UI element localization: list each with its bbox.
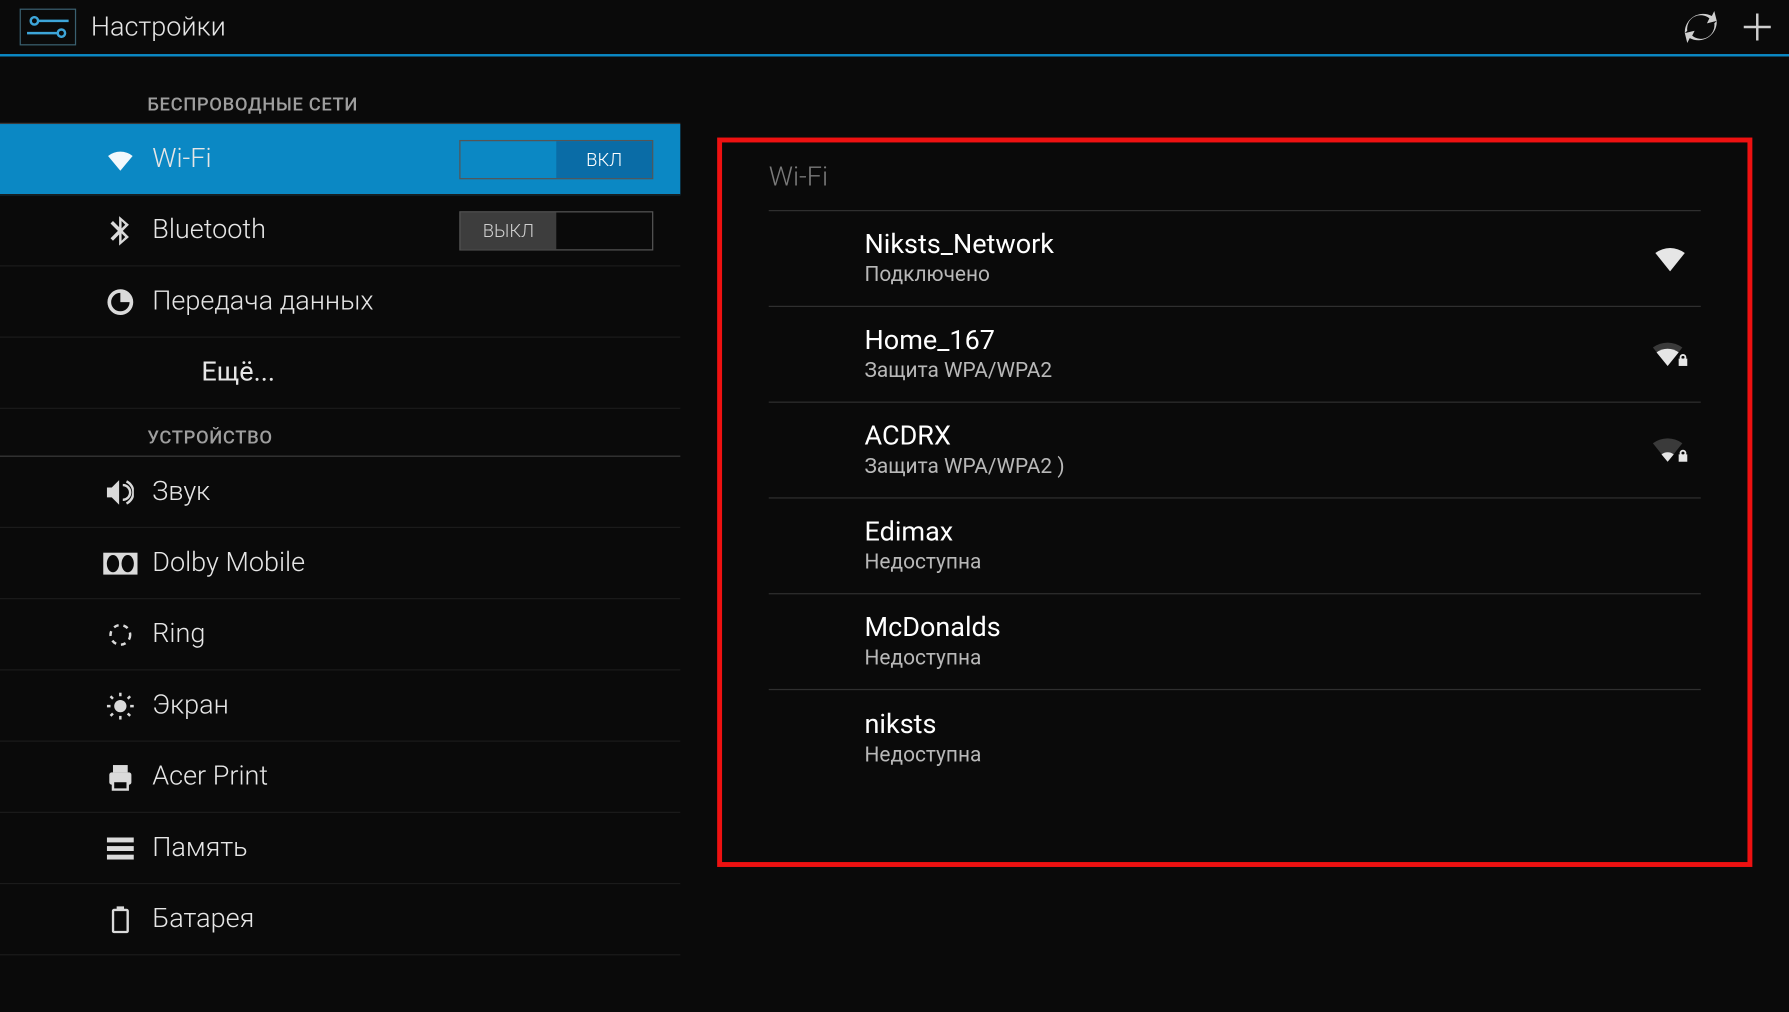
sidebar-item-print[interactable]: Acer Print: [0, 742, 680, 813]
network-row[interactable]: ACDRX Защита WPA/WPA2 ): [769, 403, 1701, 499]
app-settings-icon: [20, 9, 76, 46]
sidebar-item-data-usage[interactable]: Передача данных: [0, 266, 680, 337]
sidebar-item-ring[interactable]: Ring: [0, 599, 680, 670]
sidebar-item-label: Передача данных: [152, 286, 373, 317]
wifi-signal-locked-icon: [1647, 437, 1694, 464]
network-status: Защита WPA/WPA2 ): [865, 454, 1647, 479]
network-row[interactable]: McDonalds Недоступна: [769, 594, 1701, 690]
section-header-device: УСТРОЙСТВО: [0, 426, 680, 457]
sidebar-item-bluetooth[interactable]: Bluetooth ВЫКЛ ВКЛ: [0, 195, 680, 266]
sidebar-item-wifi[interactable]: Wi-Fi ВЫКЛ ВКЛ: [0, 124, 680, 195]
sidebar-item-sound[interactable]: Звук: [0, 457, 680, 528]
add-network-button[interactable]: [1733, 5, 1782, 49]
network-row[interactable]: Edimax Недоступна: [769, 499, 1701, 595]
sidebar-item-label: Экран: [152, 690, 229, 721]
network-status: Подключено: [865, 263, 1647, 288]
wifi-toggle[interactable]: ВЫКЛ ВКЛ: [459, 139, 653, 178]
wifi-signal-locked-icon: [1647, 341, 1694, 368]
printer-icon: [103, 760, 137, 794]
sidebar-item-label: Батарея: [152, 904, 254, 935]
wps-button[interactable]: [1676, 5, 1725, 49]
title-bar: Настройки: [0, 0, 1789, 56]
wifi-icon: [103, 142, 137, 176]
wifi-panel: Wi-Fi Niksts_Network Подключено Home_167…: [717, 138, 1752, 867]
network-row[interactable]: Home_167 Защита WPA/WPA2: [769, 307, 1701, 403]
network-row[interactable]: Niksts_Network Подключено: [769, 211, 1701, 307]
network-status: Защита WPA/WPA2: [865, 359, 1647, 384]
sidebar-item-storage[interactable]: Память: [0, 813, 680, 884]
storage-icon: [103, 831, 137, 865]
sidebar-item-label: Звук: [152, 476, 210, 507]
bluetooth-toggle[interactable]: ВЫКЛ ВКЛ: [459, 211, 653, 250]
brightness-icon: [103, 688, 137, 722]
sidebar-item-dolby[interactable]: Dolby Mobile: [0, 528, 680, 599]
content-pane: Wi-Fi Niksts_Network Подключено Home_167…: [680, 56, 1789, 1011]
network-name: ACDRX: [865, 421, 1647, 452]
sidebar-item-label: Ещё...: [201, 357, 275, 388]
sidebar-item-label: Wi-Fi: [152, 144, 211, 175]
network-row[interactable]: niksts Недоступна: [769, 690, 1701, 786]
page-title: Настройки: [91, 12, 226, 43]
sidebar-item-label: Память: [152, 833, 247, 864]
bluetooth-icon: [103, 213, 137, 247]
sidebar-item-display[interactable]: Экран: [0, 670, 680, 741]
network-status: Недоступна: [865, 646, 1701, 671]
network-name: Edimax: [865, 517, 1701, 548]
network-name: niksts: [865, 709, 1701, 740]
network-status: Недоступна: [865, 742, 1701, 767]
sidebar-item-label: Acer Print: [152, 761, 268, 792]
sidebar-item-label: Ring: [152, 619, 205, 650]
ring-icon: [103, 617, 137, 651]
sidebar-item-battery[interactable]: Батарея: [0, 884, 680, 955]
section-header-wireless: БЕСПРОВОДНЫЕ СЕТИ: [0, 93, 680, 124]
network-name: Niksts_Network: [865, 230, 1647, 261]
sidebar-item-label: Bluetooth: [152, 215, 266, 246]
network-name: Home_167: [865, 325, 1647, 356]
battery-icon: [103, 902, 137, 936]
sidebar-item-more[interactable]: Ещё...: [0, 338, 680, 409]
network-name: McDonalds: [865, 613, 1701, 644]
network-status: Недоступна: [865, 550, 1701, 575]
settings-sidebar: БЕСПРОВОДНЫЕ СЕТИ Wi-Fi ВЫКЛ ВКЛ Bluetoo…: [0, 56, 680, 1011]
sound-icon: [103, 475, 137, 509]
dolby-icon: [103, 546, 137, 580]
wifi-signal-icon: [1647, 246, 1694, 271]
sidebar-item-label: Dolby Mobile: [152, 548, 305, 579]
panel-title: Wi-Fi: [769, 150, 1701, 211]
data-usage-icon: [103, 284, 137, 318]
